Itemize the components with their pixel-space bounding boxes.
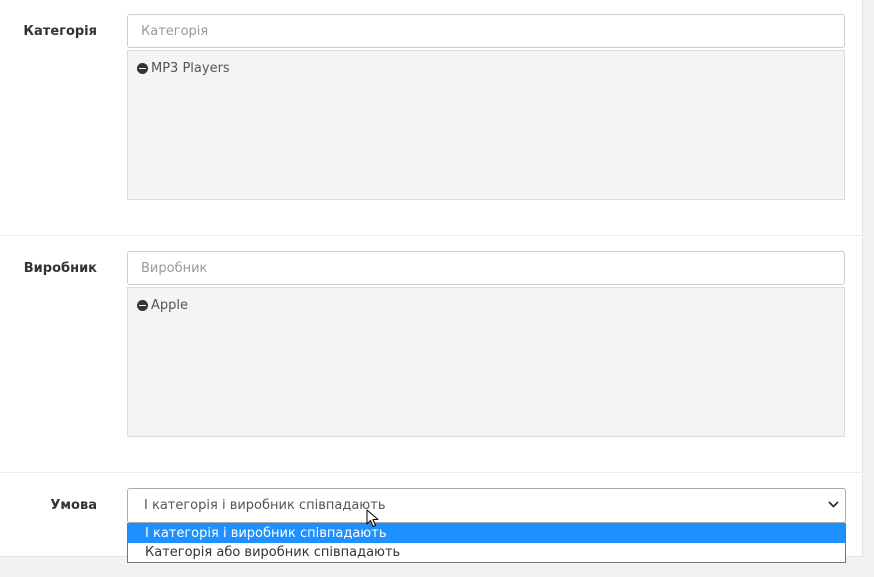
condition-option-either[interactable]: Категорія або виробник співпадають <box>128 543 845 562</box>
category-label: Категорія <box>23 24 97 39</box>
condition-select[interactable]: І категорія і виробник співпадають <box>127 488 846 523</box>
manufacturer-selected-list: Apple <box>127 287 845 437</box>
manufacturer-item-apple[interactable]: Apple <box>137 298 835 313</box>
chevron-down-icon[interactable] <box>828 499 839 510</box>
manufacturer-input[interactable] <box>127 251 845 285</box>
manufacturer-item-label: Apple <box>151 298 189 313</box>
category-item-mp3-players[interactable]: MP3 Players <box>137 61 835 76</box>
condition-option-both[interactable]: І категорія і виробник співпадають <box>128 524 845 543</box>
row-divider <box>0 235 862 236</box>
category-input[interactable] <box>127 14 845 48</box>
form-panel: Категорія MP3 Players Виробник Apple Умо… <box>0 0 863 557</box>
category-selected-list: MP3 Players <box>127 50 845 200</box>
condition-dropdown: І категорія і виробник співпадають Катег… <box>127 523 846 563</box>
minus-circle-icon[interactable] <box>137 63 148 74</box>
manufacturer-label: Виробник <box>23 261 97 276</box>
condition-label: Умова <box>50 498 97 513</box>
minus-circle-icon[interactable] <box>137 300 148 311</box>
category-item-label: MP3 Players <box>151 61 230 76</box>
product-filter-form: Категорія MP3 Players Виробник Apple Умо… <box>0 0 874 577</box>
mouse-cursor-icon <box>366 509 379 527</box>
condition-select-value: І категорія і виробник співпадають <box>144 498 386 513</box>
row-divider <box>0 472 862 473</box>
